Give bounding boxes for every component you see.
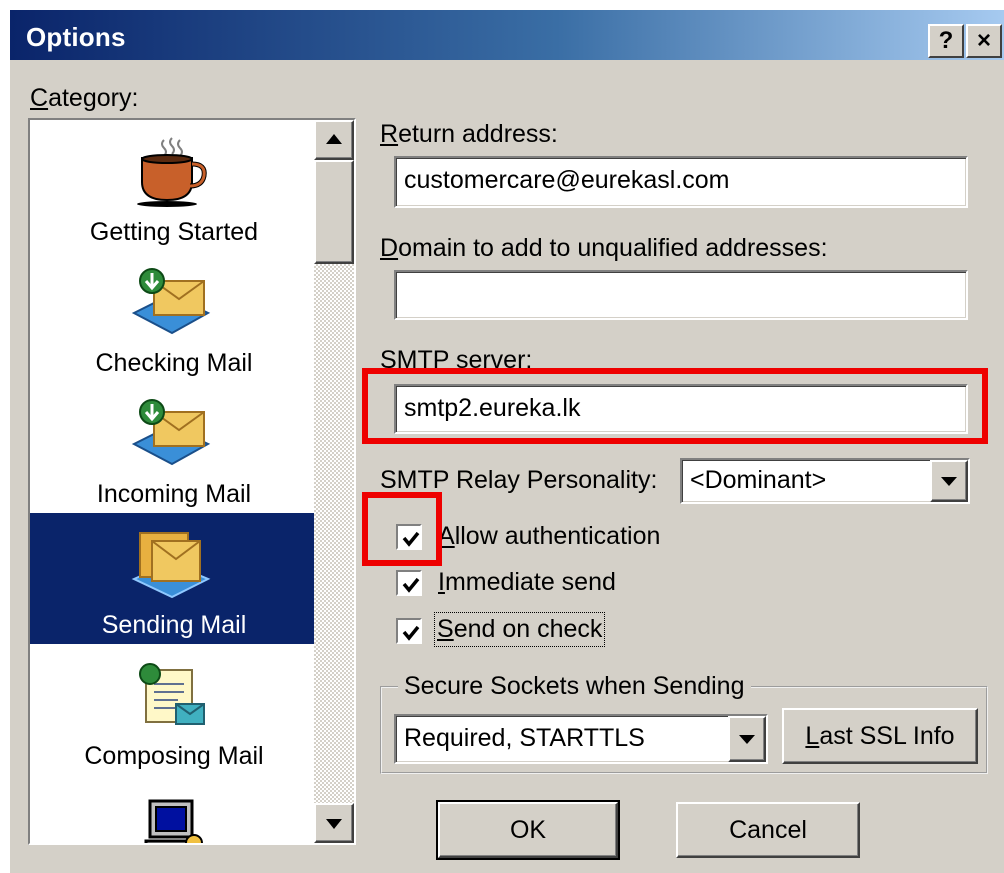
chevron-down-icon (739, 735, 755, 744)
relay-dropdown-button[interactable] (930, 460, 968, 502)
category-item-sending-mail[interactable]: Sending Mail (30, 513, 318, 644)
window-title: Options (26, 22, 126, 52)
domain-label: Domain to add to unqualified addresses: (380, 234, 828, 262)
send-on-check-label: Send on check (434, 612, 606, 647)
return-address-value: customercare@eurekasl.com (404, 166, 730, 194)
smtp-server-highlight (362, 368, 988, 444)
cancel-button[interactable]: Cancel (676, 802, 860, 858)
send-on-check-checkbox[interactable]: Send on check (396, 612, 696, 652)
category-item-composing-mail[interactable]: Composing Mail (30, 644, 318, 775)
category-item-incoming-mail[interactable]: Incoming Mail (30, 382, 318, 513)
category-caption: Sending Mail (101, 611, 247, 639)
secure-sockets-label: Secure Sockets when Sending (398, 672, 751, 701)
category-caption: Getting Started (89, 218, 259, 246)
checkmark-icon (402, 625, 420, 641)
incoming-mail-icon (131, 399, 211, 466)
return-address-input[interactable]: customercare@eurekasl.com (394, 156, 968, 208)
coffee-cup-icon (137, 137, 207, 207)
composing-mail-icon (139, 663, 205, 725)
send-on-check-box[interactable] (396, 618, 422, 644)
arrow-down-icon (326, 819, 342, 829)
arrow-up-icon (326, 134, 342, 144)
allow-authentication-label: Allow authentication (438, 522, 661, 550)
category-item-getting-started[interactable]: Getting Started (30, 120, 318, 251)
ssl-dropdown-button[interactable] (728, 716, 766, 762)
ok-button-face[interactable]: OK (438, 802, 618, 858)
immediate-send-box[interactable] (396, 570, 422, 596)
allow-authentication-highlight (362, 492, 442, 566)
scroll-down-button[interactable] (314, 803, 354, 843)
close-button[interactable]: × (966, 24, 1002, 58)
relay-personality-value: <Dominant> (690, 466, 827, 494)
return-address-label: Return address: (380, 120, 558, 148)
category-caption: Incoming Mail (96, 480, 252, 508)
scroll-thumb[interactable] (314, 160, 354, 264)
relay-personality-select[interactable]: <Dominant> (680, 458, 970, 504)
category-caption: Checking Mail (95, 349, 253, 377)
category-label: Category: (30, 84, 139, 112)
category-item-checking-mail[interactable]: Checking Mail (30, 251, 318, 382)
category-scrollbar[interactable] (314, 120, 354, 843)
help-button[interactable]: ? (928, 24, 964, 58)
category-caption: Composing Mail (84, 742, 264, 770)
immediate-send-label: Immediate send (438, 568, 616, 596)
computer-icon (144, 799, 203, 843)
checkmark-icon (402, 577, 420, 593)
title-bar: Options ? × (10, 10, 1004, 60)
relay-personality-label: SMTP Relay Personality: (380, 466, 658, 494)
secure-sockets-select[interactable]: Required, STARTTLS (394, 714, 768, 764)
scroll-up-button[interactable] (314, 120, 354, 160)
category-list[interactable]: Getting Started Checking Mail Incoming M… (28, 118, 356, 845)
ok-button[interactable]: OK (436, 800, 620, 860)
last-ssl-info-button[interactable]: Last SSL Info (782, 708, 978, 764)
check-mail-icon (131, 268, 211, 335)
chevron-down-icon (941, 477, 957, 486)
category-item-computer[interactable] (30, 775, 318, 843)
domain-input[interactable] (394, 270, 968, 320)
immediate-send-checkbox[interactable]: Immediate send (396, 566, 696, 600)
secure-sockets-value: Required, STARTTLS (404, 724, 645, 752)
sending-mail-icon (131, 532, 211, 599)
